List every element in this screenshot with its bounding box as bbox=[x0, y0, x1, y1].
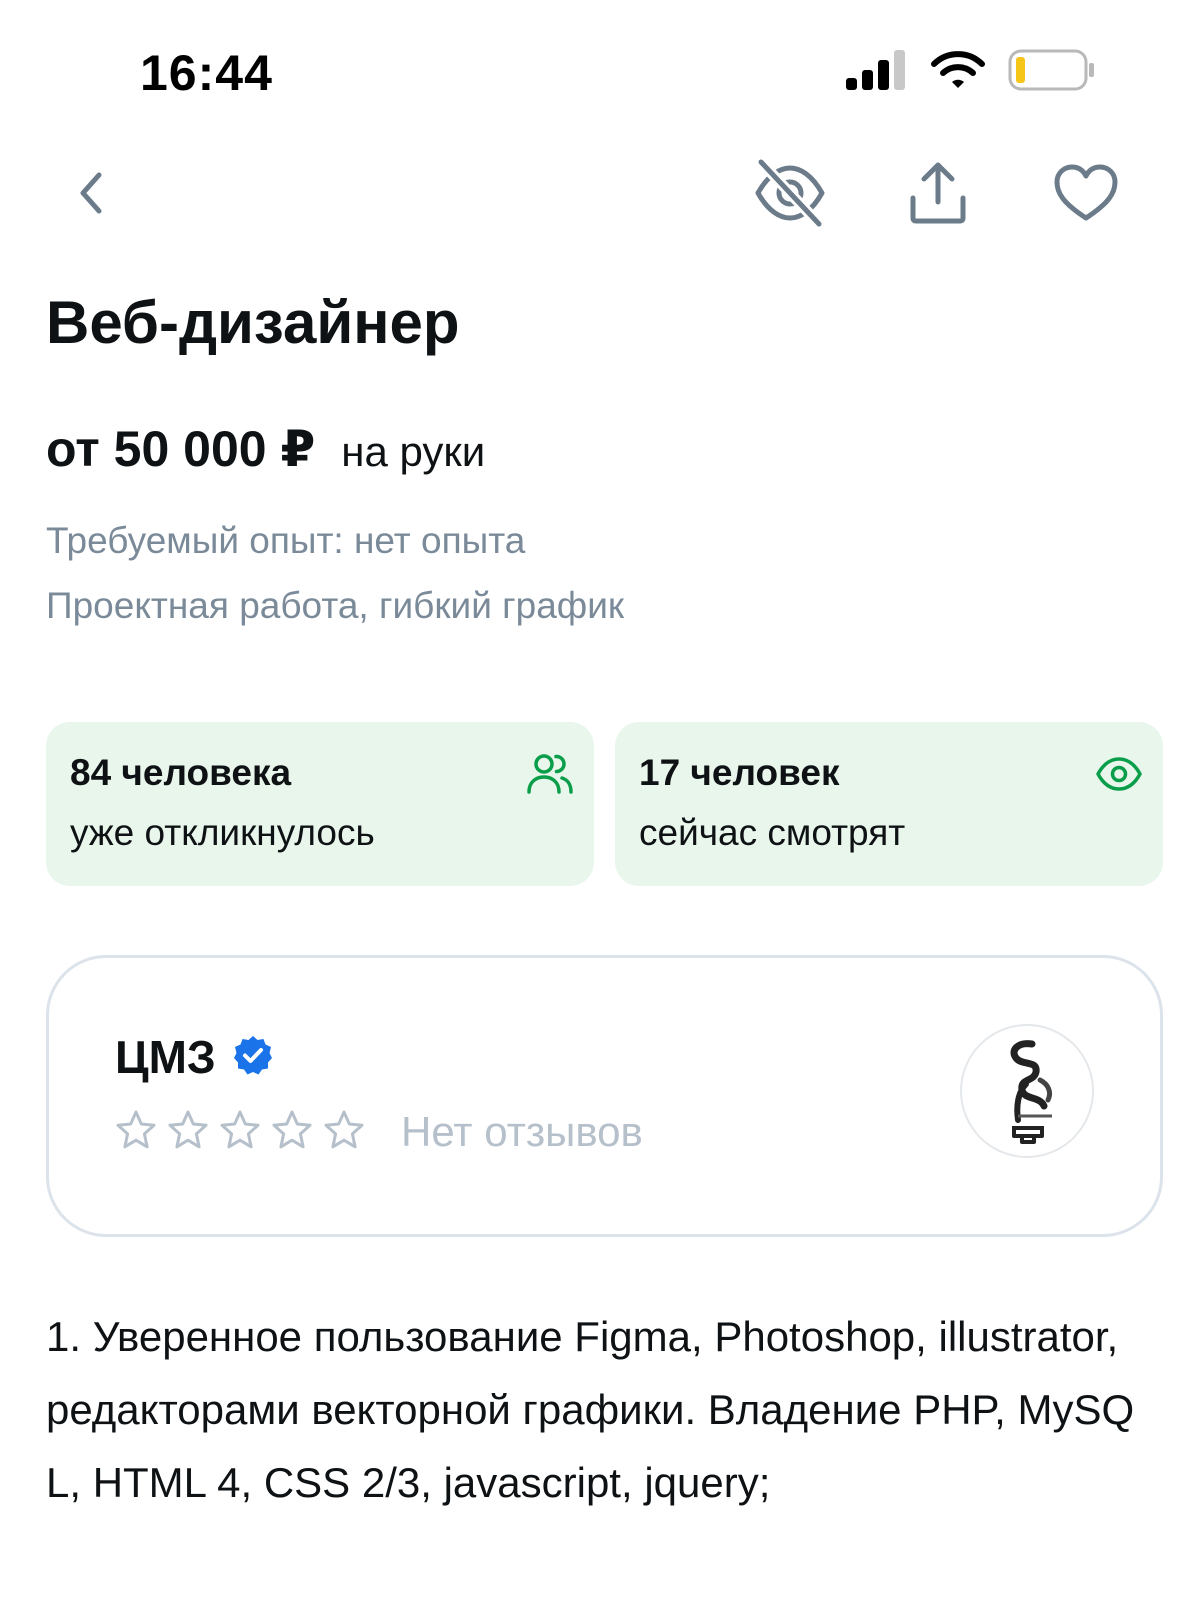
top-nav-bar bbox=[0, 150, 1200, 240]
favorite-button[interactable] bbox=[1041, 150, 1131, 240]
people-icon bbox=[526, 750, 574, 798]
signal-icon bbox=[846, 49, 908, 95]
status-icons bbox=[846, 49, 1096, 96]
experience-text: Требуемый опыт: нет опыта bbox=[46, 520, 526, 561]
hide-vacancy-button[interactable] bbox=[745, 150, 835, 240]
status-time: 16:44 bbox=[140, 45, 273, 101]
battery-icon bbox=[1008, 49, 1096, 96]
favorite-heart-icon bbox=[1053, 163, 1119, 228]
star-icon bbox=[115, 1109, 157, 1156]
star-icon bbox=[271, 1109, 313, 1156]
rating-stars bbox=[115, 1109, 365, 1156]
salary-row: от 50 000 ₽ на руки bbox=[46, 420, 485, 478]
reviews-text: Нет отзывов bbox=[401, 1108, 643, 1155]
share-button[interactable] bbox=[893, 150, 983, 240]
employer-name: ЦМЗ bbox=[115, 1031, 216, 1083]
salary-suffix: на руки bbox=[341, 428, 486, 475]
vacancy-title: Веб-дизайнер bbox=[46, 289, 460, 356]
viewers-count: 17 человек bbox=[639, 752, 840, 793]
viewers-label: сейчас смотрят bbox=[639, 812, 906, 853]
star-icon bbox=[167, 1109, 209, 1156]
back-button[interactable] bbox=[46, 150, 136, 240]
employer-card[interactable]: ЦМЗ Нет отзывов bbox=[46, 955, 1163, 1237]
salary-amount: от 50 000 ₽ bbox=[46, 421, 316, 477]
employer-name-row: ЦМЗ bbox=[115, 1030, 274, 1084]
verified-badge-icon bbox=[232, 1034, 274, 1081]
star-icon bbox=[323, 1109, 365, 1156]
share-icon bbox=[905, 160, 971, 231]
wifi-icon bbox=[930, 50, 986, 95]
status-bar: 16:44 bbox=[0, 0, 1200, 140]
schedule-text: Проектная работа, гибкий график bbox=[46, 585, 625, 626]
back-chevron-icon bbox=[71, 169, 111, 222]
responses-label: уже откликнулось bbox=[70, 812, 375, 853]
star-icon bbox=[219, 1109, 261, 1156]
responses-count: 84 человека bbox=[70, 752, 292, 793]
vacancy-description: 1. Уверенное пользование Figma, Photosho… bbox=[46, 1313, 1135, 1506]
eye-icon bbox=[1095, 750, 1143, 798]
hide-eye-slash-icon bbox=[753, 156, 827, 233]
viewers-card: 17 человек сейчас смотрят bbox=[615, 722, 1163, 886]
company-logo bbox=[960, 1024, 1094, 1158]
rating-row: Нет отзывов bbox=[115, 1108, 643, 1156]
responses-card: 84 человека уже откликнулось bbox=[46, 722, 594, 886]
